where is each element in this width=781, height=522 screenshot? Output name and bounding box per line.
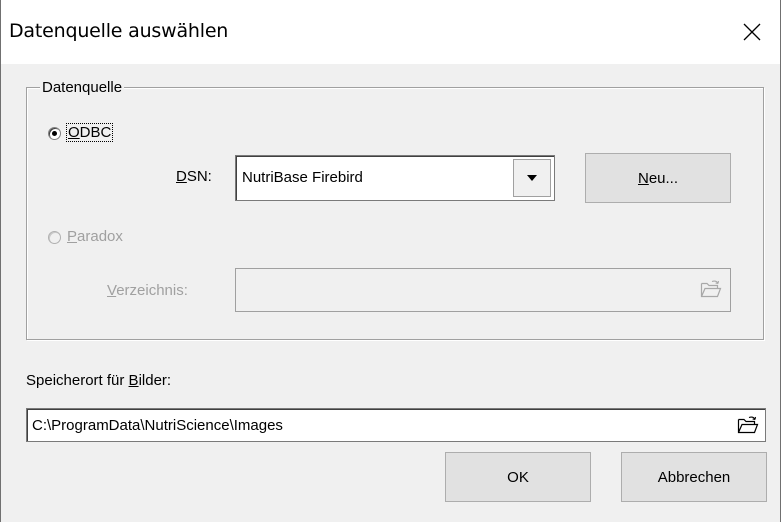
odbc-label[interactable]: ODBC — [65, 123, 114, 142]
images-location-value: C:\ProgramData\NutriScience\Images — [32, 417, 283, 434]
images-browse-button[interactable] — [733, 412, 763, 438]
paradox-label-rest: aradox — [77, 228, 123, 245]
images-location-label-accel: B — [128, 372, 139, 389]
paradox-label[interactable]: Paradox — [67, 228, 123, 246]
odbc-radio[interactable] — [48, 127, 61, 140]
directory-browse-button[interactable] — [696, 276, 726, 302]
odbc-focus-rect: ODBC — [65, 123, 114, 142]
dsn-combobox-value: NutriBase Firebird — [242, 169, 363, 186]
chevron-down-icon — [527, 175, 537, 181]
new-button-accel: N — [637, 169, 649, 187]
dsn-label-accel: D — [176, 168, 187, 185]
odbc-label-rest: DBC — [79, 124, 112, 141]
images-location-field[interactable]: C:\ProgramData\NutriScience\Images — [26, 408, 766, 442]
cancel-button-label: Abbrechen — [657, 468, 731, 486]
directory-label-rest: erzeichnis: — [116, 282, 188, 299]
new-button[interactable]: Neu... — [585, 153, 731, 203]
new-button-label-rest: eu... — [648, 169, 679, 187]
close-icon — [743, 23, 761, 41]
directory-label-accel: V — [107, 282, 117, 299]
directory-field[interactable] — [235, 268, 731, 312]
title-bar[interactable]: Datenquelle auswählen — [1, 0, 780, 64]
cancel-button[interactable]: Abbrechen — [621, 452, 767, 502]
paradox-radio[interactable] — [48, 231, 61, 244]
dialog-window: Datenquelle auswählen Datenquelle ODBC D… — [0, 0, 781, 522]
ok-button-label: OK — [507, 468, 529, 486]
odbc-label-accel: O — [68, 124, 80, 141]
dsn-combobox[interactable]: NutriBase Firebird — [235, 155, 555, 201]
new-button-label: Neu... — [638, 170, 678, 187]
dsn-label-rest: SN: — [186, 168, 212, 185]
ok-button[interactable]: OK — [445, 452, 591, 502]
folder-open-icon — [700, 280, 722, 298]
paradox-label-accel: P — [67, 228, 78, 245]
dsn-dropdown-button[interactable] — [513, 159, 551, 197]
close-button[interactable] — [724, 0, 780, 64]
images-location-label: Speicherort für Bilder: — [26, 372, 171, 390]
images-location-label-rest: ilder: — [138, 372, 172, 389]
folder-open-icon — [737, 416, 759, 434]
dialog-title: Datenquelle auswählen — [9, 20, 229, 42]
directory-label: Verzeichnis: — [107, 282, 188, 300]
dsn-label: DSN: — [176, 168, 212, 186]
images-location-label-pre: Speicherort für — [26, 372, 129, 389]
datasource-group-legend: Datenquelle — [40, 79, 125, 97]
